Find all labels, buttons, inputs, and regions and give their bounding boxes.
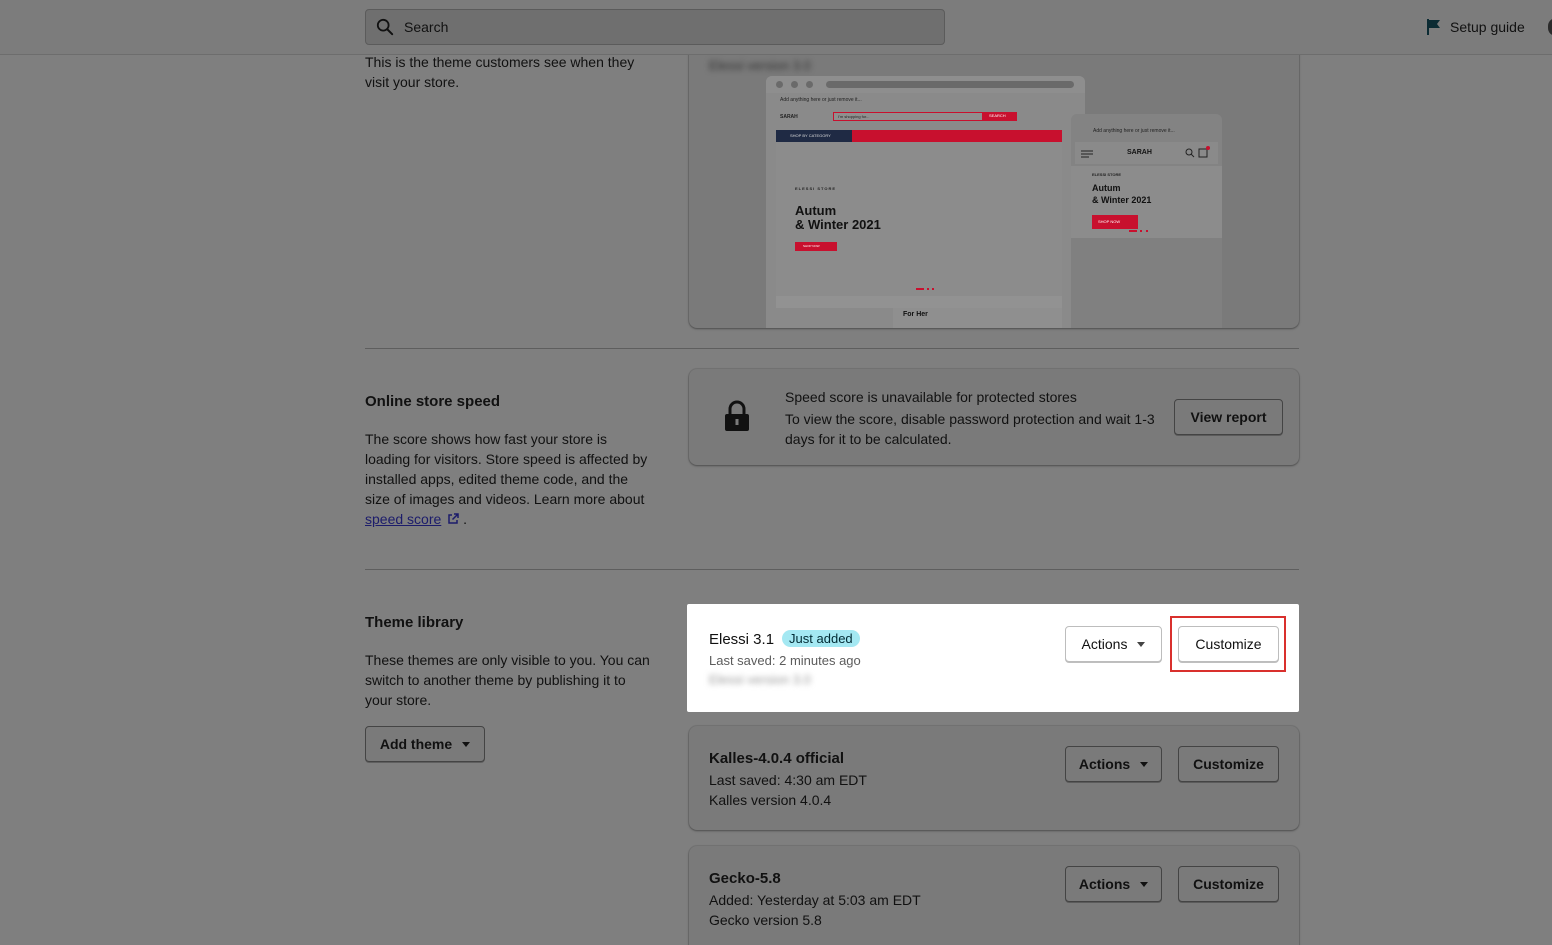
mobile-header: SARAH [1075, 142, 1218, 164]
preview-headline-1: Autum [795, 203, 837, 218]
theme-card-gecko: Gecko-5.8 Added: Yesterday at 5:03 am ED… [689, 846, 1299, 945]
slider-dot [932, 288, 934, 290]
theme-meta: Added: Yesterday at 5:03 am EDT [709, 892, 921, 908]
actions-button[interactable]: Actions [1065, 626, 1162, 662]
speed-score-link[interactable]: speed score [365, 511, 441, 527]
search-input[interactable]: Search [404, 19, 448, 35]
theme-version: Elessi version 3.0 [709, 672, 811, 687]
speed-score-card: Speed score is unavailable for protected… [689, 369, 1299, 465]
preview-announcement: Add anything here or just remove it... [780, 97, 862, 103]
slider-dot [1129, 230, 1137, 232]
top-bar: Search Setup guide [0, 0, 1552, 55]
browser-chrome [766, 76, 1085, 93]
add-theme-button[interactable]: Add theme [365, 726, 485, 762]
slider-dot [1146, 230, 1148, 232]
caret-down-icon [1140, 761, 1149, 767]
view-report-button[interactable]: View report [1174, 399, 1283, 435]
mobile-store-label: ELESSI STORE [1092, 172, 1122, 177]
divider [365, 348, 1299, 349]
theme-name: Gecko-5.8 [709, 870, 781, 887]
preview-shop-now: SHOP NOW [795, 242, 837, 251]
mobile-body [1071, 238, 1222, 328]
external-link-icon[interactable] [447, 513, 459, 525]
preview-headline-2: & Winter 2021 [795, 217, 881, 232]
preview-logo: SARAH [780, 114, 798, 120]
preview-search: I'm shopping for... [833, 112, 983, 121]
mobile-headline-2: & Winter 2021 [1092, 195, 1152, 205]
theme-name: Kalles-4.0.4 official [709, 750, 845, 767]
caret-down-icon [1140, 881, 1149, 887]
cart-icon [1198, 146, 1210, 158]
caret-down-icon [1137, 641, 1146, 647]
menu-icon [1081, 150, 1093, 158]
highlight-outline [1170, 616, 1286, 672]
theme-card-kalles: Kalles-4.0.4 official Last saved: 4:30 a… [689, 726, 1299, 830]
search-icon [376, 18, 394, 36]
address-bar [826, 81, 1074, 88]
theme-version: Kalles version 4.0.4 [709, 792, 832, 808]
setup-guide-label: Setup guide [1450, 19, 1525, 35]
speed-section-title: Online store speed [365, 393, 501, 410]
just-added-badge: Just added [782, 630, 860, 647]
window-dot [791, 81, 798, 88]
slider-dot [1140, 230, 1142, 232]
window-dot [806, 81, 813, 88]
mobile-announcement: Add anything here or just remove it... [1093, 128, 1175, 134]
search-bar[interactable]: Search [365, 9, 945, 45]
theme-meta: Last saved: 2 minutes ago [709, 653, 861, 668]
customize-button[interactable]: Customize [1178, 746, 1279, 782]
preview-category: SHOP BY CATEGORY [776, 130, 852, 142]
preview-search-button: SEARCH [983, 112, 1017, 121]
theme-library-description: These themes are only visible to you. Yo… [365, 652, 650, 708]
speed-card-title: Speed score is unavailable for protected… [785, 389, 1077, 405]
slider-dot [927, 288, 929, 290]
speed-card-body: To view the score, disable password prot… [785, 411, 1155, 447]
theme-meta: Last saved: 4:30 am EDT [709, 772, 867, 788]
slider-dot [916, 288, 924, 290]
customize-button[interactable]: Customize [1178, 866, 1279, 902]
flag-icon [1427, 19, 1440, 35]
preview-store-label: ELESSI STORE [795, 186, 837, 191]
mobile-preview: Add anything here or just remove it... S… [1071, 114, 1222, 328]
actions-button[interactable]: Actions [1065, 746, 1162, 782]
theme-version: Gecko version 5.8 [709, 912, 822, 928]
preview-strip [776, 296, 1062, 308]
current-theme-description: This is the theme customers see when the… [365, 54, 635, 90]
setup-guide-button[interactable]: Setup guide [1426, 18, 1525, 36]
divider [365, 569, 1299, 570]
lock-icon [725, 400, 749, 431]
window-dot [776, 81, 783, 88]
search-icon [1185, 148, 1195, 158]
mobile-headline-1: Autum [1092, 183, 1121, 193]
theme-library-title: Theme library [365, 614, 464, 631]
preview-product: For Her [893, 308, 1062, 328]
current-theme-version: Elessi version 3.0 [709, 58, 811, 73]
avatar[interactable] [1548, 18, 1552, 36]
desktop-preview: Add anything here or just remove it... S… [766, 76, 1085, 328]
actions-button[interactable]: Actions [1065, 866, 1162, 902]
speed-description: The score shows how fast your store is l… [365, 431, 648, 527]
mobile-shop-now: SHOP NOW [1092, 215, 1138, 229]
caret-down-icon [462, 741, 471, 747]
theme-name: Elessi 3.1 Just added [709, 630, 860, 648]
